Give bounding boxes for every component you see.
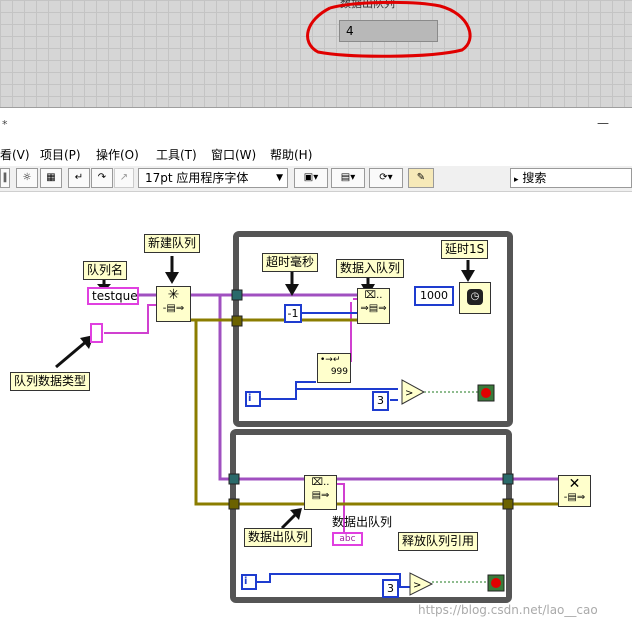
- queue-name-constant[interactable]: testque: [87, 287, 139, 305]
- block-diagram: > > 新建队列 队列名 队列数据类型 超时毫秒 数据入队列 延时1S 数据出队…: [0, 192, 632, 631]
- font-select-value: 17pt 应用程序字体: [145, 171, 249, 185]
- queue-status-icon[interactable]: •→↵ 999: [317, 353, 351, 383]
- obtain-queue-icon[interactable]: ✳ -▤⇒: [156, 286, 191, 322]
- window-title-bar: [0, 108, 632, 144]
- dequeue-label: 数据出队列: [244, 528, 313, 547]
- menu-window[interactable]: 窗口(W): [211, 146, 256, 163]
- search-placeholder: 搜索: [522, 171, 547, 185]
- svg-text:>: >: [405, 388, 413, 399]
- reorder-icon[interactable]: ⟳▾: [369, 168, 403, 188]
- release-queue-icon[interactable]: ✕ -▤⇒: [558, 475, 591, 507]
- dequeue-indicator-caption: 数据出队列: [332, 515, 393, 529]
- retain-wire-values-icon[interactable]: ▦: [40, 168, 62, 188]
- dequeue-string-indicator[interactable]: abc: [332, 532, 363, 546]
- wait-ms-icon[interactable]: ◷: [459, 282, 491, 314]
- dequeue-element-icon[interactable]: ⌧.. ▤⇒: [304, 475, 337, 510]
- step-out-icon[interactable]: ↗: [114, 168, 134, 188]
- compare-constant-top[interactable]: 3: [372, 391, 389, 411]
- red-annotation-ellipse: [306, 0, 472, 58]
- queue-data-type-constant[interactable]: [90, 323, 103, 343]
- new-queue-label: 新建队列: [144, 234, 201, 253]
- search-input[interactable]: ▸ 搜索: [510, 168, 632, 188]
- compare-constant-bottom[interactable]: 3: [382, 579, 399, 598]
- enqueue-label: 数据入队列: [336, 259, 405, 278]
- align-objects-icon[interactable]: ▣▾: [294, 168, 328, 188]
- iteration-label-bottom: i: [244, 576, 248, 587]
- unsaved-marker: *: [2, 118, 8, 131]
- font-select[interactable]: 17pt 应用程序字体 ▼: [138, 168, 288, 188]
- distribute-objects-icon[interactable]: ▤▾: [331, 168, 365, 188]
- menu-operate[interactable]: 操作(O): [96, 146, 139, 163]
- front-panel: 数据出队列 4: [0, 0, 632, 108]
- highlight-execution-icon[interactable]: ☼: [16, 168, 38, 188]
- delay-constant[interactable]: 1000: [414, 286, 454, 306]
- watermark: https://blog.csdn.net/lao__cao: [418, 603, 598, 617]
- search-icon: ▸: [514, 175, 519, 185]
- queue-data-type-label: 队列数据类型: [10, 372, 91, 391]
- menu-view[interactable]: 看(V): [0, 146, 30, 163]
- step-into-icon[interactable]: ↵: [68, 168, 90, 188]
- timeout-ms-label: 超时毫秒: [262, 253, 319, 272]
- toolbar: ‖ ☼ ▦ ↵ ↷ ↗ 17pt 应用程序字体 ▼ ▣▾ ▤▾ ⟳▾ ✎ ▸ 搜…: [0, 166, 632, 192]
- pause-icon[interactable]: ‖: [0, 168, 10, 188]
- svg-text:>: >: [413, 580, 421, 591]
- step-over-icon[interactable]: ↷: [91, 168, 113, 188]
- menu-bar: 看(V) 项目(P) 操作(O) 工具(T) 窗口(W) 帮助(H): [0, 144, 632, 166]
- queue-name-label: 队列名: [83, 261, 128, 280]
- menu-help[interactable]: 帮助(H): [270, 146, 312, 163]
- enqueue-element-icon[interactable]: ⌧.. ⇒▤⇒: [357, 288, 390, 324]
- timeout-constant[interactable]: -1: [284, 304, 302, 323]
- menu-project[interactable]: 项目(P): [40, 146, 81, 163]
- chevron-down-icon: ▼: [276, 173, 283, 183]
- cleanup-diagram-icon[interactable]: ✎: [408, 168, 434, 188]
- menu-tools[interactable]: 工具(T): [156, 146, 197, 163]
- release-queue-label: 释放队列引用: [398, 532, 479, 551]
- iteration-label-top: i: [248, 393, 252, 404]
- delay-label: 延时1S: [441, 240, 489, 259]
- minimize-button[interactable]: —: [597, 116, 609, 130]
